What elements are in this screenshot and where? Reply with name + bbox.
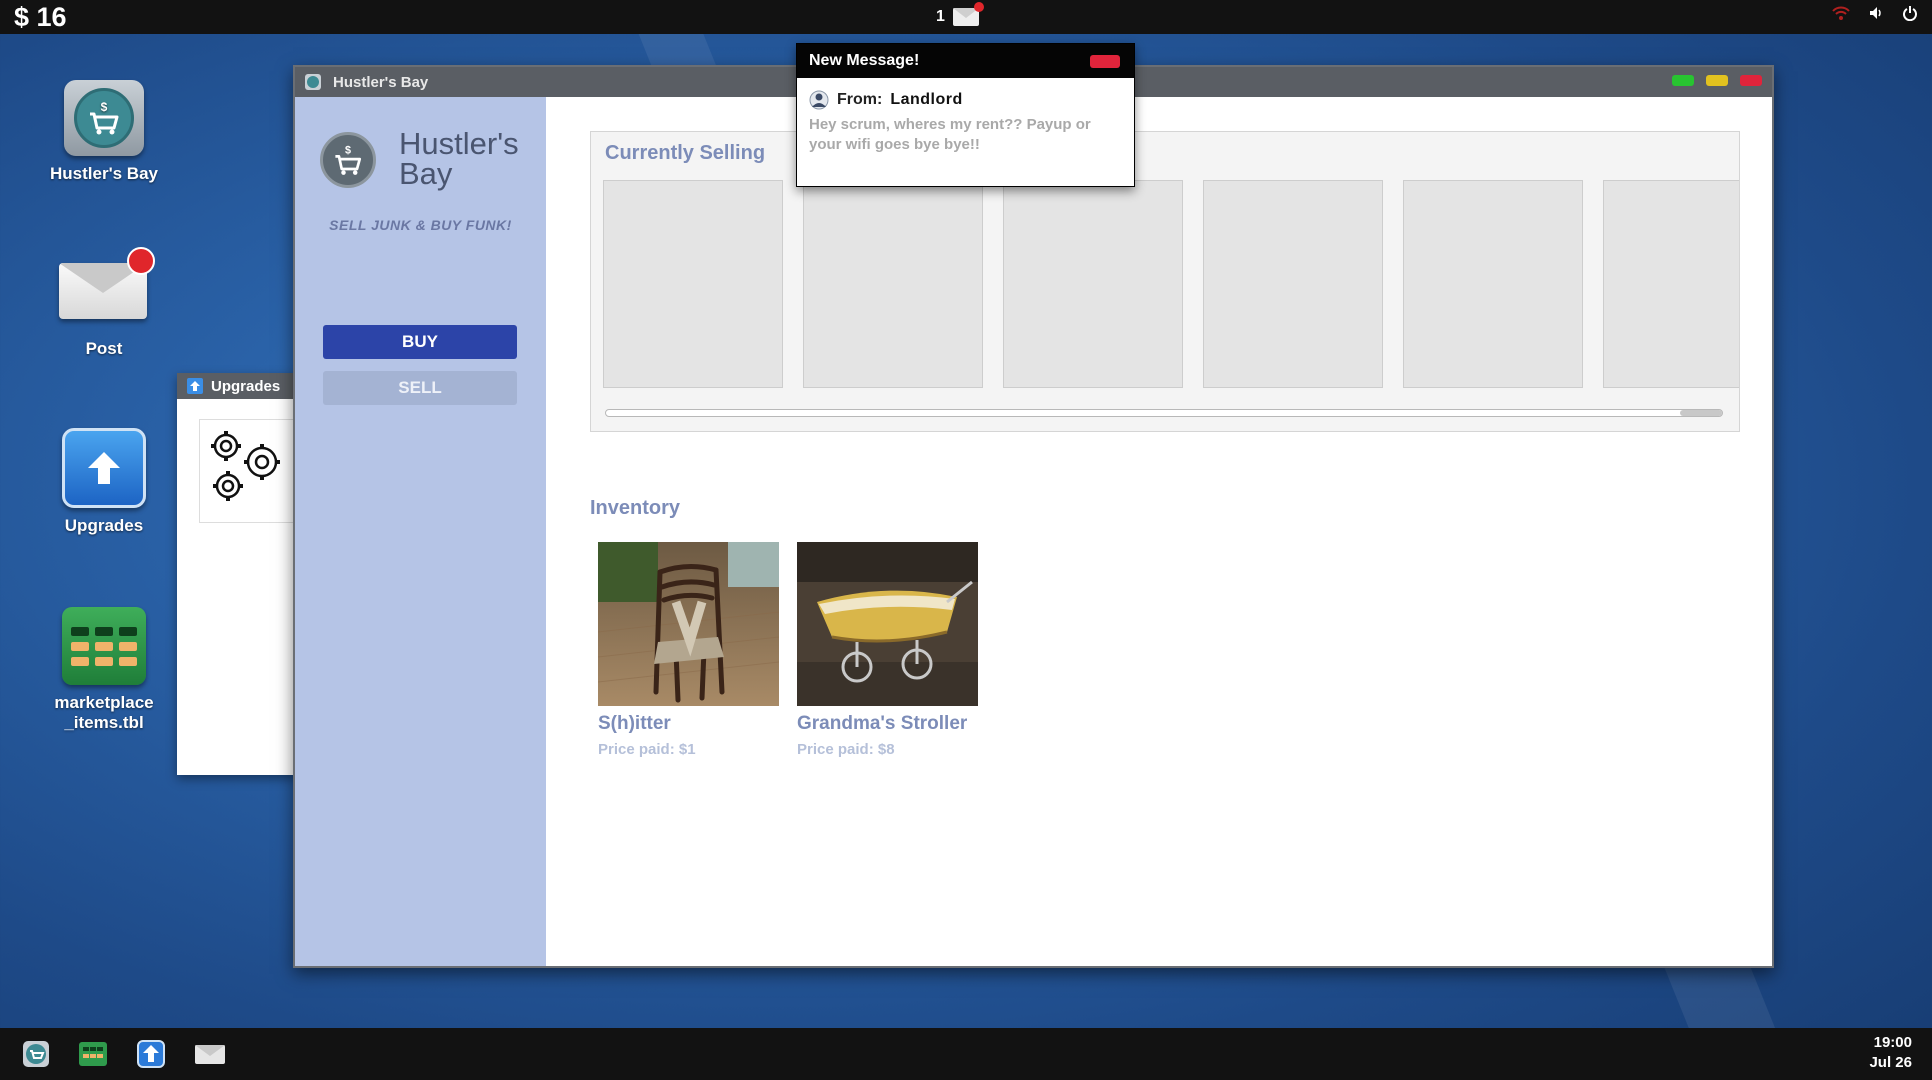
money-display: $ 16 bbox=[14, 2, 67, 32]
taskbar: 19:00 Jul 26 bbox=[0, 1028, 1932, 1080]
upgrades-window-titlebar[interactable]: Upgrades bbox=[177, 373, 297, 399]
stroller-photo bbox=[797, 542, 978, 706]
selling-slot[interactable] bbox=[1003, 180, 1183, 388]
power-icon[interactable] bbox=[1902, 5, 1918, 21]
mail-icon bbox=[952, 2, 984, 26]
scrollbar-thumb[interactable] bbox=[1680, 410, 1722, 416]
svg-text:$: $ bbox=[345, 145, 351, 157]
taskbar-marketplace-icon[interactable] bbox=[78, 1040, 108, 1068]
desktop-icon-label: marketplace _items.tbl bbox=[54, 693, 154, 732]
upgrades-window[interactable]: Upgrades bbox=[177, 373, 297, 775]
clock-time: 19:00 bbox=[1873, 1034, 1912, 1051]
desktop-icon-upgrades[interactable]: Upgrades bbox=[39, 428, 169, 536]
unread-dot-icon bbox=[973, 2, 984, 12]
upload-arrow-icon bbox=[187, 378, 203, 394]
desktop-icon-label: Hustler's Bay bbox=[50, 164, 158, 183]
sender-name: Landlord bbox=[890, 91, 963, 108]
gears-icon bbox=[211, 431, 280, 501]
upload-arrow-icon bbox=[62, 428, 146, 508]
currently-selling-panel: Currently Selling bbox=[590, 131, 1740, 432]
sell-button[interactable]: SELL bbox=[323, 371, 517, 405]
mail-envelope-icon bbox=[59, 247, 155, 319]
from-label: From: bbox=[837, 91, 883, 108]
inventory-item[interactable]: Grandma's Stroller Price paid: $8 bbox=[797, 542, 978, 758]
volume-icon[interactable] bbox=[1868, 5, 1884, 21]
app-name: Hustler's Bay bbox=[399, 126, 519, 191]
upgrades-window-title: Upgrades bbox=[211, 377, 281, 395]
taskbar-hustlers-bay-icon[interactable] bbox=[22, 1040, 50, 1068]
selling-slots bbox=[603, 180, 1739, 388]
horizontal-scrollbar[interactable] bbox=[605, 409, 1723, 417]
buy-button[interactable]: BUY bbox=[323, 325, 517, 359]
inventory-grid: S(h)itter Price paid: $1 Grandma's Strol… bbox=[598, 542, 978, 758]
hustlers-bay-window: Hustler's Bay $ Hustler's Bay SELL JUNK … bbox=[293, 65, 1774, 968]
inventory-title: Inventory bbox=[590, 497, 681, 519]
main-content: Currently Selling Inventory S(h)itter Pr… bbox=[546, 97, 1772, 966]
window-title: Hustler's Bay bbox=[333, 73, 429, 91]
shopping-cart-icon bbox=[305, 74, 321, 90]
shopping-cart-icon: $ bbox=[64, 80, 144, 156]
sidebar: $ Hustler's Bay SELL JUNK & BUY FUNK! BU… bbox=[295, 97, 546, 966]
taskbar-post-icon[interactable] bbox=[194, 1040, 226, 1068]
clock-date: Jul 26 bbox=[1869, 1054, 1912, 1071]
item-name: Grandma's Stroller bbox=[797, 713, 968, 734]
chair-photo bbox=[598, 542, 779, 706]
selling-slot[interactable] bbox=[603, 180, 783, 388]
message-sender: From: Landlord bbox=[809, 90, 963, 110]
table-file-icon bbox=[62, 607, 146, 685]
message-close-button[interactable] bbox=[1090, 55, 1120, 68]
maximize-button[interactable] bbox=[1672, 75, 1694, 86]
currently-selling-title: Currently Selling bbox=[605, 142, 766, 164]
close-button[interactable] bbox=[1740, 75, 1762, 86]
new-message-popup[interactable]: New Message! From: Landlord Hey scrum, w… bbox=[796, 43, 1135, 187]
upgrade-card[interactable] bbox=[199, 419, 297, 523]
selling-slot[interactable] bbox=[1603, 180, 1739, 388]
desktop-icon-label: Upgrades bbox=[64, 516, 144, 535]
selling-slot[interactable] bbox=[1403, 180, 1583, 388]
message-body: Hey scrum, wheres my rent?? Payup or you… bbox=[809, 116, 1091, 153]
item-price: Price paid: $1 bbox=[598, 741, 696, 758]
desktop-icon-post[interactable]: Post bbox=[39, 247, 169, 359]
svg-text:$: $ bbox=[101, 100, 108, 114]
desktop-icon-hustlers-bay[interactable]: $ Hustler's Bay bbox=[39, 80, 169, 184]
tagline: SELL JUNK & BUY FUNK! bbox=[329, 217, 512, 233]
minimize-button[interactable] bbox=[1706, 75, 1728, 86]
clock: 19:00 Jul 26 bbox=[1869, 1033, 1912, 1073]
message-header: New Message! bbox=[797, 44, 1134, 78]
wifi-icon[interactable] bbox=[1832, 5, 1850, 21]
desktop-icon-marketplace-items[interactable]: marketplace _items.tbl bbox=[39, 607, 169, 733]
unread-badge-icon bbox=[127, 247, 155, 275]
selling-slot[interactable] bbox=[803, 180, 983, 388]
shopping-cart-icon: $ bbox=[320, 132, 376, 188]
selling-slot[interactable] bbox=[1203, 180, 1383, 388]
notification-count: 1 bbox=[936, 8, 945, 25]
window-controls bbox=[1672, 75, 1762, 86]
top-bar: $ 16 1 bbox=[0, 0, 1932, 34]
system-tray bbox=[1832, 5, 1918, 21]
sender-avatar-icon bbox=[809, 90, 829, 110]
desktop-icon-label: Post bbox=[85, 339, 123, 358]
inventory-item[interactable]: S(h)itter Price paid: $1 bbox=[598, 542, 779, 758]
item-price: Price paid: $8 bbox=[797, 741, 895, 758]
message-notification[interactable]: 1 bbox=[936, 2, 984, 30]
taskbar-upgrades-icon[interactable] bbox=[137, 1040, 165, 1068]
item-name: S(h)itter bbox=[598, 713, 671, 734]
